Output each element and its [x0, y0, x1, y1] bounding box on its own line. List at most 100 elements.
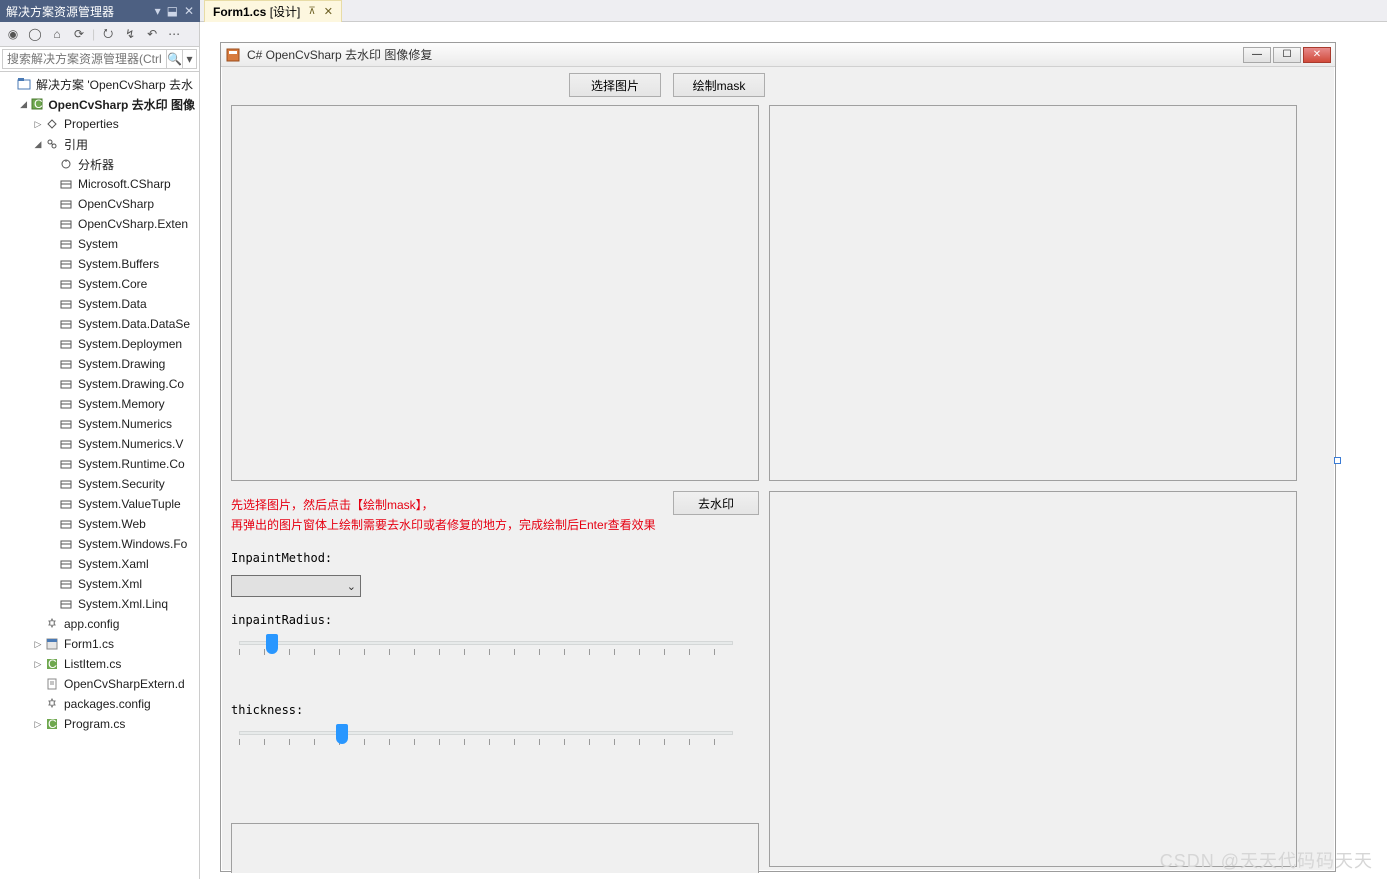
inpaint-method-combo[interactable]	[231, 575, 361, 597]
file-node[interactable]: ▷app.config	[0, 614, 199, 634]
expander-icon[interactable]: ▷	[32, 639, 44, 650]
home-icon[interactable]: ⌂	[48, 25, 66, 43]
resize-handle[interactable]	[1334, 457, 1341, 464]
node-icon	[58, 576, 74, 592]
thickness-slider[interactable]	[239, 723, 733, 745]
search-input[interactable]	[2, 49, 167, 69]
reference-node[interactable]: ▷System.Windows.Fo	[0, 534, 199, 554]
more-icon[interactable]: ⋯	[165, 25, 183, 43]
panel-pin-icon[interactable]: ⬓	[167, 4, 178, 18]
maximize-button[interactable]: ☐	[1273, 47, 1301, 63]
slider-thumb[interactable]	[266, 634, 278, 654]
form-designer-surface[interactable]: C# OpenCvSharp 去水印 图像修复 — ☐ ✕ 选择图片 绘制mas…	[200, 22, 1387, 879]
expander-icon[interactable]: ◢	[18, 99, 29, 110]
reference-node[interactable]: ▷System.ValueTuple	[0, 494, 199, 514]
file-node[interactable]: ▷packages.config	[0, 694, 199, 714]
reference-node[interactable]: ▷System.Data.DataSe	[0, 314, 199, 334]
reference-node[interactable]: ▷System.Drawing	[0, 354, 199, 374]
reference-node[interactable]: ▷System.Numerics	[0, 414, 199, 434]
collapse-icon[interactable]: ↯	[121, 25, 139, 43]
inpaint-radius-slider[interactable]	[239, 633, 733, 655]
search-dropdown-icon[interactable]: ▾	[183, 49, 197, 69]
references-node[interactable]: ◢ 引用	[0, 134, 199, 154]
pin-icon[interactable]: ⊼	[308, 6, 315, 17]
remove-watermark-button[interactable]: 去水印	[673, 491, 759, 515]
undo-icon[interactable]: ↶	[143, 25, 161, 43]
select-image-button[interactable]: 选择图片	[569, 73, 661, 97]
reference-node[interactable]: ▷System.Deploymen	[0, 334, 199, 354]
reference-node[interactable]: ▷System.Buffers	[0, 254, 199, 274]
reference-node[interactable]: ▷System.Memory	[0, 394, 199, 414]
node-label: System.ValueTuple	[78, 497, 181, 511]
reference-node[interactable]: ▷Microsoft.CSharp	[0, 174, 199, 194]
minimize-button[interactable]: —	[1243, 47, 1271, 63]
solution-tree[interactable]: ▷解决方案 'OpenCvSharp 去水◢C#OpenCvSharp 去水印 …	[0, 72, 199, 879]
project-node[interactable]: ◢C#OpenCvSharp 去水印 图像	[0, 94, 199, 114]
form-titlebar: C# OpenCvSharp 去水印 图像修复 — ☐ ✕	[221, 43, 1335, 67]
node-label: 引用	[64, 136, 88, 153]
reference-node[interactable]: ▷System.Xml	[0, 574, 199, 594]
node-icon	[44, 636, 60, 652]
file-node[interactable]: ▷C#ListItem.cs	[0, 654, 199, 674]
node-label: System.Security	[78, 477, 165, 491]
search-icon[interactable]: 🔍	[167, 49, 183, 69]
svg-text:C#: C#	[48, 718, 58, 730]
reference-node[interactable]: ▷OpenCvSharp.Exten	[0, 214, 199, 234]
node-icon	[58, 496, 74, 512]
picturebox-bottom	[231, 823, 759, 873]
node-icon	[58, 316, 74, 332]
node-label: System.Core	[78, 277, 147, 291]
reference-node[interactable]: ▷OpenCvSharp	[0, 194, 199, 214]
tab-form1-design[interactable]: Form1.cs [设计] ⊼ ✕	[204, 0, 342, 22]
reference-node[interactable]: ▷System.Web	[0, 514, 199, 534]
reference-node[interactable]: ▷System.Core	[0, 274, 199, 294]
tab-label: Form1.cs [设计]	[213, 3, 300, 20]
reference-node[interactable]: ▷System.Xaml	[0, 554, 199, 574]
node-icon	[58, 516, 74, 532]
reference-node[interactable]: ▷System.Xml.Linq	[0, 594, 199, 614]
panel-dropdown-icon[interactable]: ▾	[155, 4, 161, 18]
panel-close-icon[interactable]: ✕	[184, 4, 194, 18]
close-icon[interactable]: ✕	[324, 5, 333, 18]
node-icon	[58, 216, 74, 232]
nav-back-icon[interactable]: ◉	[4, 25, 22, 43]
node-icon	[44, 676, 60, 692]
node-label: System.Xml.Linq	[78, 597, 168, 611]
node-label: app.config	[64, 617, 119, 631]
node-label: System.Data.DataSe	[78, 317, 190, 331]
slider-thumb[interactable]	[336, 724, 348, 744]
draw-mask-button[interactable]: 绘制mask	[673, 73, 765, 97]
expander-icon[interactable]: ▷	[32, 659, 44, 670]
node-icon	[58, 536, 74, 552]
properties-node[interactable]: ▷Properties	[0, 114, 199, 134]
node-icon	[58, 276, 74, 292]
expander-icon[interactable]: ▷	[32, 119, 44, 130]
sync-icon[interactable]: ⟳	[70, 25, 88, 43]
inpaint-method-label: InpaintMethod:	[231, 551, 332, 565]
reference-node[interactable]: ▷System.Data	[0, 294, 199, 314]
node-icon	[58, 296, 74, 312]
node-label: Program.cs	[64, 717, 125, 731]
expander-icon[interactable]: ▷	[32, 719, 44, 730]
panel-title: 解决方案资源管理器	[6, 3, 114, 20]
reference-node[interactable]: ▷分析器	[0, 154, 199, 174]
reference-node[interactable]: ▷System.Drawing.Co	[0, 374, 199, 394]
solution-node[interactable]: ▷解决方案 'OpenCvSharp 去水	[0, 74, 199, 94]
nav-fwd-icon[interactable]: ◯	[26, 25, 44, 43]
node-icon	[44, 616, 60, 632]
reference-node[interactable]: ▷System	[0, 234, 199, 254]
node-label: System.Web	[78, 517, 146, 531]
refresh-icon[interactable]: ⭮	[99, 25, 117, 43]
svg-text:C#: C#	[48, 658, 58, 670]
node-icon	[58, 416, 74, 432]
close-button[interactable]: ✕	[1303, 47, 1331, 63]
expander-icon[interactable]: ◢	[32, 139, 44, 150]
node-icon	[58, 336, 74, 352]
file-node[interactable]: ▷OpenCvSharpExtern.d	[0, 674, 199, 694]
reference-node[interactable]: ▷System.Runtime.Co	[0, 454, 199, 474]
file-node[interactable]: ▷ C# Program.cs	[0, 714, 199, 734]
file-node[interactable]: ▷Form1.cs	[0, 634, 199, 654]
node-icon	[44, 136, 60, 152]
reference-node[interactable]: ▷System.Numerics.V	[0, 434, 199, 454]
reference-node[interactable]: ▷System.Security	[0, 474, 199, 494]
